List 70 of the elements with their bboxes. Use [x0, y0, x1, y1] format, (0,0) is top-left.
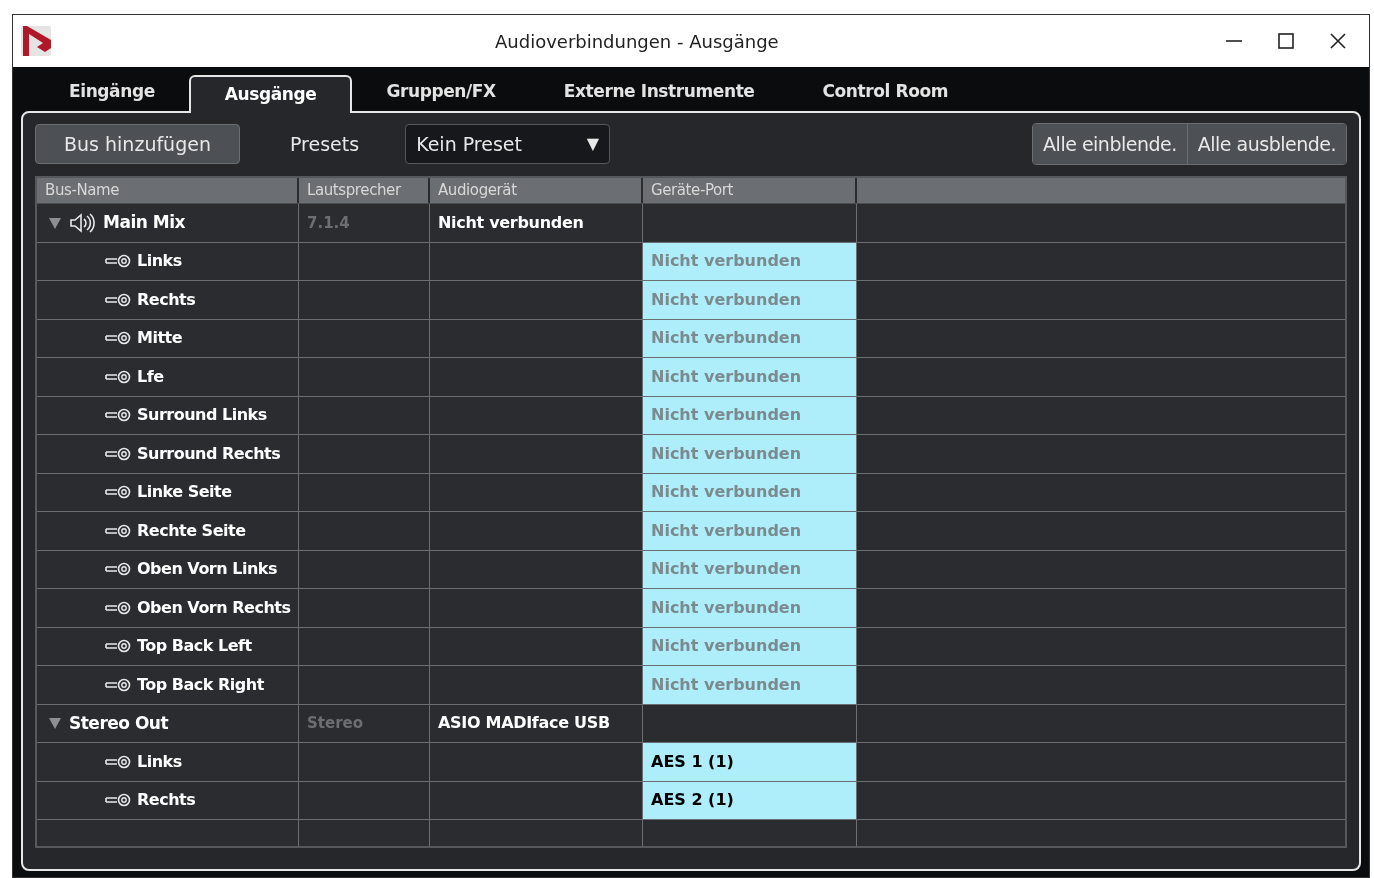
channel-name: Rechts [137, 288, 196, 311]
speaker-config: Stereo [307, 713, 364, 734]
plug-icon [105, 408, 133, 423]
speaker-config: 7.1.4 [307, 212, 350, 234]
port-cell[interactable]: Nicht verbunden [643, 435, 857, 473]
channel-name: Mitte [137, 327, 183, 350]
channel-name: Rechts [137, 789, 196, 812]
window-title: Audioverbindungen - Ausgänge [495, 29, 779, 54]
channel-name: Surround Rechts [137, 442, 281, 465]
port-cell[interactable]: Nicht verbunden [643, 281, 857, 319]
expand-triangle-icon[interactable] [49, 717, 61, 730]
plug-icon [105, 639, 133, 654]
column-header[interactable]: Geräte-Port [643, 178, 857, 203]
expand-triangle-icon[interactable] [49, 216, 61, 229]
channel-name: Links [137, 750, 182, 773]
bus-name: Main Mix [103, 211, 185, 234]
presets-label: Presets [290, 131, 360, 157]
plug-icon [105, 254, 133, 269]
speaker-icon [69, 212, 95, 233]
column-header[interactable]: Lautsprecher [299, 178, 430, 203]
port-cell[interactable]: Nicht verbunden [643, 473, 857, 511]
plug-icon [105, 369, 133, 384]
audio-device: Nicht verbunden [438, 211, 584, 234]
plug-icon [105, 793, 133, 808]
plug-icon [105, 292, 133, 307]
plug-icon [105, 446, 133, 461]
tab[interactable]: Gruppen/FX [352, 73, 530, 111]
close-icon[interactable] [1329, 32, 1347, 50]
plug-icon [105, 754, 133, 769]
channel-name: Rechte Seite [137, 519, 246, 542]
add-bus-button[interactable]: Bus hinzufügen [35, 124, 240, 164]
channel-name: Links [137, 250, 182, 273]
plug-icon [105, 677, 133, 692]
port-cell[interactable]: Nicht verbunden [643, 319, 857, 357]
port-cell[interactable]: Nicht verbunden [643, 512, 857, 550]
port-cell[interactable]: Nicht verbunden [643, 589, 857, 627]
port-cell[interactable]: Nicht verbunden [643, 666, 857, 704]
tab[interactable]: Externe Instrumente [529, 73, 789, 111]
port-cell[interactable]: AES 1 (1) [643, 743, 857, 781]
toolbar-button[interactable]: Alle ausblende. [1186, 124, 1346, 164]
channel-name: Top Back Left [137, 635, 252, 658]
plug-icon [105, 600, 133, 615]
channel-name: Top Back Right [137, 673, 264, 696]
port-cell[interactable]: Nicht verbunden [643, 358, 857, 396]
port-cell[interactable]: Nicht verbunden [643, 550, 857, 588]
channel-name: Oben Vorn Links [137, 558, 277, 581]
port-cell[interactable]: Nicht verbunden [643, 396, 857, 434]
plug-icon [105, 562, 133, 577]
tab[interactable]: Ausgänge [188, 75, 353, 113]
channel-name: Linke Seite [137, 481, 232, 504]
port-cell[interactable]: Nicht verbunden [643, 627, 857, 665]
toolbar-button[interactable]: Alle einblende. [1033, 124, 1187, 164]
preset-dropdown[interactable]: Kein Preset ▼ [405, 124, 611, 164]
tab[interactable]: Control Room [788, 73, 983, 111]
port-cell[interactable]: Nicht verbunden [643, 242, 857, 280]
channel-name: Surround Links [137, 404, 267, 427]
audio-device: ASIO MADIface USB [438, 712, 610, 735]
column-header[interactable]: Audiogerät [430, 178, 643, 203]
channel-name: Oben Vorn Rechts [137, 596, 291, 619]
dropdown-arrow: ▼ [586, 133, 600, 155]
plug-icon [105, 485, 133, 500]
tab[interactable]: Eingänge [35, 73, 189, 111]
plug-icon [105, 523, 133, 538]
plug-icon [105, 331, 133, 346]
port-cell[interactable]: AES 2 (1) [643, 781, 857, 819]
app-logo [19, 24, 53, 58]
bus-name: Stereo Out [69, 711, 169, 735]
maximize-icon[interactable] [1277, 32, 1295, 50]
column-header[interactable]: Bus-Name [37, 178, 299, 203]
channel-name: Lfe [137, 365, 164, 388]
